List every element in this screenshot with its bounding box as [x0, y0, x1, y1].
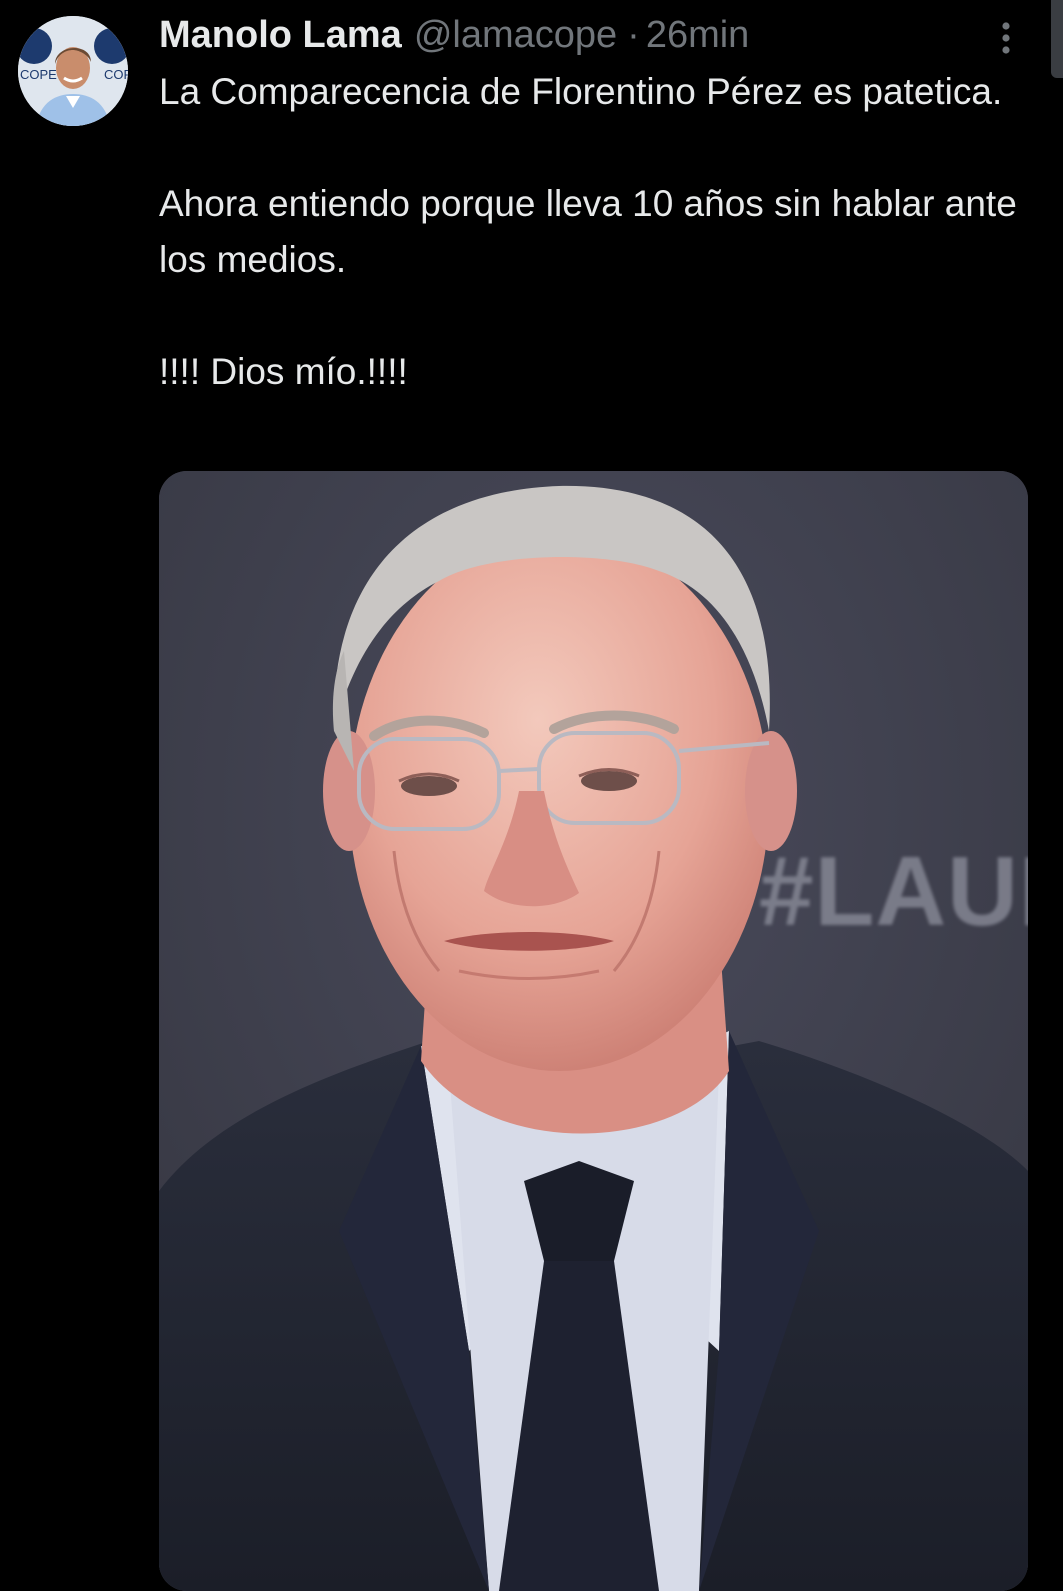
more-vertical-icon[interactable] — [988, 18, 1024, 58]
scrollbar[interactable] — [1051, 0, 1063, 78]
tweet-paragraph: La Comparecencia de Florentino Pérez es … — [159, 71, 1003, 112]
author-name[interactable]: Manolo Lama — [159, 10, 402, 60]
portrait-photo — [159, 471, 1028, 1591]
tweet-text: La Comparecencia de Florentino Pérez es … — [159, 64, 1019, 400]
avatar-logo-text-right: COP — [104, 67, 128, 82]
avatar-photo: COPE COP — [18, 16, 128, 126]
avatar-logo-text: COPE — [20, 67, 57, 82]
photo-backdrop-text: #LAUR — [759, 836, 1028, 946]
tweet-paragraph: Ahora entiendo porque lleva 10 años sin … — [159, 183, 1017, 280]
post-time[interactable]: 26min — [646, 10, 750, 60]
author-handle[interactable]: @lamacope — [414, 10, 617, 60]
tweet-paragraph: !!!! Dios mío.!!!! — [159, 351, 408, 392]
separator-dot: · — [627, 14, 640, 56]
tweet-header: Manolo Lama @lamacope · 26min — [159, 10, 749, 60]
author-avatar[interactable]: COPE COP — [18, 16, 128, 126]
tweet-photo[interactable]: #LAUR — [159, 471, 1028, 1591]
